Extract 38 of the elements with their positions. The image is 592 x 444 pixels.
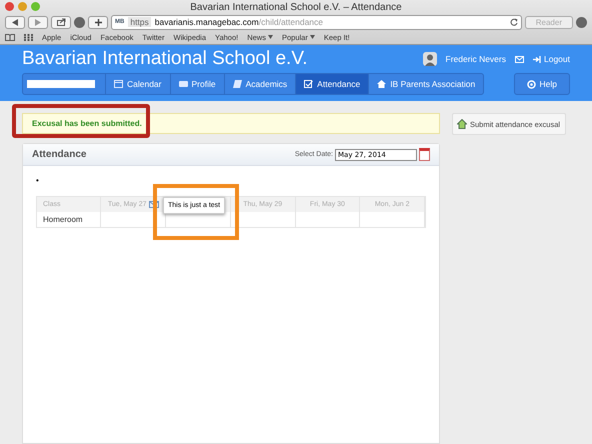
plus-icon: [94, 18, 102, 26]
panel-title: Attendance: [32, 149, 86, 160]
reload-icon[interactable]: [510, 18, 518, 26]
share-button[interactable]: [51, 16, 71, 28]
add-tab-button[interactable]: [88, 16, 108, 28]
nav-tab[interactable]: Profile: [170, 74, 224, 94]
id-card-icon: [178, 80, 188, 88]
close-icon[interactable]: [5, 2, 14, 11]
caret-icon: [268, 35, 273, 39]
mail-icon[interactable]: [515, 56, 524, 62]
caret-icon: [310, 35, 315, 39]
house-icon: [457, 119, 467, 129]
calendar-icon[interactable]: [419, 148, 430, 161]
nav-tab[interactable]: Attendance: [295, 74, 368, 94]
back-arrow-icon: [12, 18, 18, 26]
help-button[interactable]: Help: [514, 73, 570, 95]
forward-arrow-icon: [35, 18, 41, 26]
url-scheme: https: [128, 17, 151, 27]
nav-tab[interactable]: Calendar: [105, 74, 170, 94]
house-icon: [377, 80, 386, 88]
url-text: bavarianis.managebac.com/child/attendance: [154, 17, 324, 27]
bullet: •: [36, 176, 40, 187]
school-title: Bavarian International School e.V.: [22, 48, 308, 70]
book-icon: [232, 80, 242, 88]
share-icon: [56, 18, 66, 26]
grid-icon[interactable]: [24, 34, 33, 40]
checkbox-icon: [304, 80, 314, 88]
lifebuoy-icon: [526, 80, 536, 88]
logout-icon: [533, 56, 541, 62]
search-field[interactable]: [27, 80, 95, 88]
avatar: [422, 52, 437, 66]
nav-tab[interactable]: IB Parents Association: [368, 74, 484, 94]
book-icon[interactable]: [5, 34, 15, 40]
calendar-icon: [114, 80, 123, 88]
table-cell: Homeroom: [43, 215, 83, 224]
window-title: Bavarian International School e.V. – Attendance: [190, 2, 402, 12]
success-alert: Excusal has been submitted.: [22, 113, 440, 134]
back-button[interactable]: [5, 16, 25, 28]
